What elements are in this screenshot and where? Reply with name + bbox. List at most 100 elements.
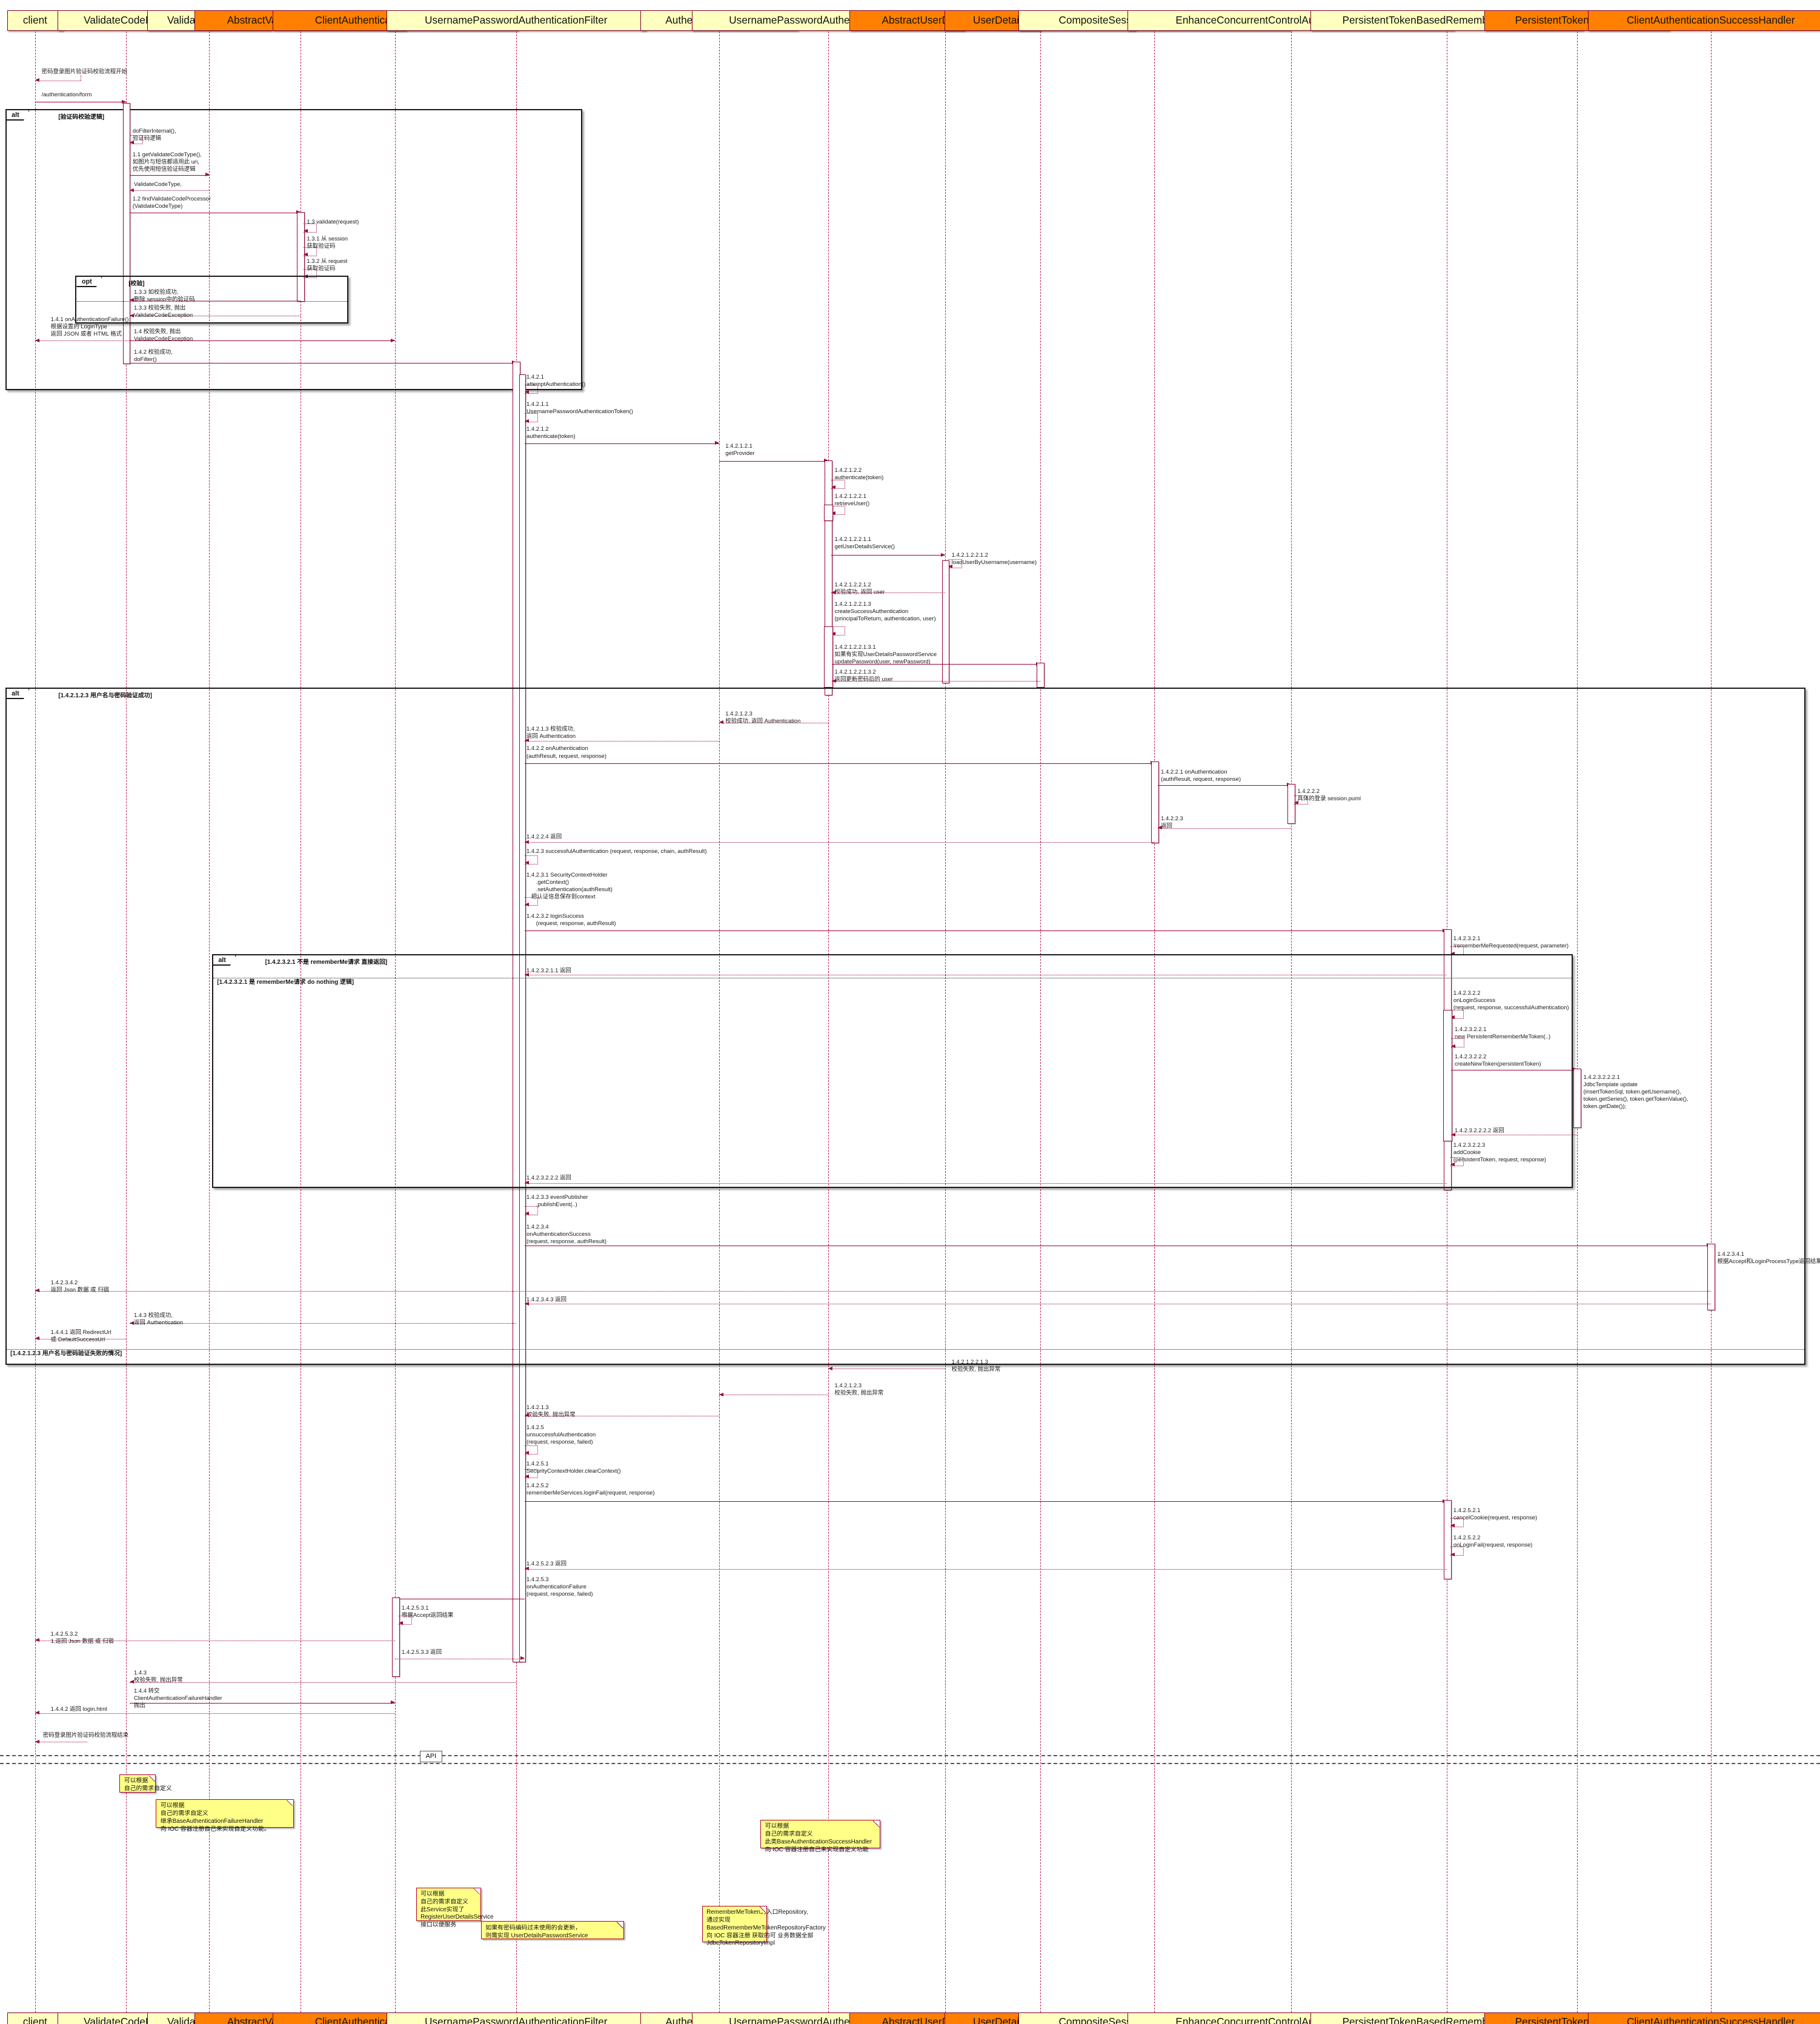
message-line xyxy=(129,1682,516,1683)
arrow-head-left xyxy=(35,1336,39,1341)
note-3: 如果有密码编码过未使用的会更新， 则需实现 UserDetailsPasswor… xyxy=(480,1921,624,1940)
activation-bar xyxy=(1443,1010,1452,1141)
arrow-head-left xyxy=(35,1638,39,1642)
activation-bar xyxy=(1443,1500,1452,1579)
activation-bar xyxy=(824,504,834,522)
message-label: 1.4.2.1.1 UsernamePasswordAuthentication… xyxy=(526,400,633,414)
combined-fragment-alt: alt [验证码校验逻辑] xyxy=(5,109,583,390)
arrow-head-left xyxy=(828,1366,832,1370)
message-line xyxy=(832,681,1040,682)
lifeline-foot-client: client xyxy=(7,2012,64,2024)
arrow-head-left xyxy=(129,1679,134,1684)
arrow-head-left xyxy=(129,188,134,192)
activation-bar xyxy=(391,1598,400,1677)
arrow-head-right xyxy=(520,1656,525,1661)
message-label: 1.4.2.3.3 eventPublisher .publishEvent(.… xyxy=(526,1193,588,1207)
arrow-head-right xyxy=(714,441,719,445)
arrow-head-left xyxy=(35,338,39,342)
fragment-guard: [校验] xyxy=(128,280,145,288)
message-label: 1.4.3 校验成功, 返回 Authentication xyxy=(134,1312,184,1326)
arrow-head-left xyxy=(1157,826,1162,830)
arrow-head-left xyxy=(831,485,836,489)
lifeline-head-upaf: UsernamePasswordAuthenticationFilter xyxy=(387,10,646,32)
message-label: ValidateCodeType, xyxy=(134,181,182,188)
message-line xyxy=(831,555,945,556)
message-label: 1.4.2.1.2.2.1.2 loadUserByUsername(usern… xyxy=(951,551,1037,565)
api-separator-line-top xyxy=(0,1754,1820,1756)
arrow-head-left xyxy=(1450,1044,1455,1048)
message-label: 1.1 getValidateCodeType(), 如图片与短信都适用此 ur… xyxy=(132,150,202,172)
activation-bar xyxy=(1573,1068,1582,1129)
message-label: 1.4.2.3.1 SecurityContextHolder .getCont… xyxy=(526,871,613,900)
arrow-head-left xyxy=(1294,801,1299,805)
lifeline-head-client: client xyxy=(7,10,64,32)
arrow-head-left xyxy=(524,1301,529,1306)
lifeline-foot-cash: ClientAuthenticationSuccessHandler xyxy=(1588,2012,1820,2024)
message-label: 1.4.2.1.3 校验失败, 抛出异常 xyxy=(526,1404,576,1418)
message-label: 1.4.2.3.4.3 返回 xyxy=(526,1296,566,1303)
message-line xyxy=(1157,785,1291,786)
message-line xyxy=(524,1501,1447,1502)
fragment-guard: [1.4.2.3.2.1 不是 rememberMe请求 直接返回] xyxy=(265,959,388,966)
arrow-head-left xyxy=(1450,1524,1455,1528)
note-fold-icon xyxy=(617,1922,623,1929)
fragment-guard: [1.4.2.1.2.3 用户名与密码验证成功] xyxy=(58,692,152,700)
message-label: 1.4.4 转交 ClientAuthenticationFailureHand… xyxy=(134,1687,222,1709)
message-label: 1.4.2.1.2.2.1.3 createSuccessAuthenticat… xyxy=(834,600,936,622)
arrow-head-left xyxy=(35,1739,39,1744)
arrow-head-left xyxy=(524,840,529,844)
arrow-head-right xyxy=(205,172,210,176)
arrow-head-left xyxy=(524,419,529,423)
arrow-head-right xyxy=(391,1700,396,1705)
message-label: 1.4.2.3.4 onAuthenticationSuccess (reque… xyxy=(526,1223,606,1245)
activation-bar xyxy=(1707,1244,1716,1310)
message-label: 1.3.3 校验失败, 抛出 ValidateCodeException xyxy=(134,304,193,319)
message-line xyxy=(35,340,396,342)
arrow-head-left xyxy=(304,229,308,233)
message-label: 1.4.3 校验失败, 抛出异常 xyxy=(134,1669,183,1684)
message-line xyxy=(831,592,945,594)
arrow-head-left xyxy=(832,679,837,683)
message-label: 密码登录图片验证码校验流程结束 xyxy=(42,1731,129,1739)
message-label: 1.4.2.3.2.2.1 new PersistentRememberMeTo… xyxy=(1455,1025,1551,1040)
message-label: /authentication/form xyxy=(41,91,92,98)
message-line xyxy=(524,443,719,444)
sequence-diagram-canvas: client client ValidateCodeFilter ValidateCo… xyxy=(0,0,1820,2024)
message-line xyxy=(129,1323,516,1324)
arrow-head-left xyxy=(719,1392,723,1396)
message-label: 1.4.2.5.3.3 返回 xyxy=(402,1648,442,1655)
message-label: 1.4.4.2 返回 login.html xyxy=(50,1705,107,1713)
arrow-head-left xyxy=(524,1474,529,1478)
message-line xyxy=(524,741,719,742)
arrow-head-left xyxy=(35,78,39,82)
arrow-head-left xyxy=(524,1567,529,1571)
arrow-head-left xyxy=(1450,1162,1455,1166)
note-fold-icon xyxy=(872,1820,880,1827)
message-label: 1.4.2.1.2.2.1 retrieveUser() xyxy=(834,493,870,507)
lifeline-foot-upaf: UsernamePasswordAuthenticationFilter xyxy=(387,2012,646,2024)
arrow-head-left xyxy=(304,252,308,256)
message-label: 1.4.2 校验成功, doFilter() xyxy=(134,348,173,363)
message-label: 1.4.2.3.2.2.2.1 JdbcTemplate update (ins… xyxy=(1583,1073,1689,1110)
message-label: 1.4.2.1.2.2.1.1 getUserDetailsService() xyxy=(834,536,895,550)
message-label: 1.4.2.3.2.2.2 createNewToken(persistentT… xyxy=(1455,1053,1541,1067)
note-fold-icon xyxy=(760,1906,766,1913)
message-label: 1.4.2.1.3 校验成功, 返回 Authentication xyxy=(526,725,576,740)
note-4: RememberMeToken的入口Repository, 通过实现 Based… xyxy=(702,1905,826,1946)
arrow-head-left xyxy=(524,902,529,906)
arrow-head-left xyxy=(524,1180,529,1184)
lifeline-head-cash: ClientAuthenticationSuccessHandler xyxy=(1588,10,1820,32)
arrow-head-left xyxy=(524,390,529,394)
arrow-head-left xyxy=(398,1621,403,1625)
arrow-head-left xyxy=(35,1289,39,1293)
message-label: 1.4.2.3.4.1 根据Accept和LoginProcessType返回结… xyxy=(1717,1250,1820,1265)
message-label: 1.4.2.1.2.3 校验失败, 抛出异常 xyxy=(834,1381,884,1396)
message-label: 1.4.2.2.1 onAuthentication (authResult, … xyxy=(1161,768,1241,783)
fragment-operator: alt xyxy=(213,955,236,966)
message-line xyxy=(129,174,210,176)
note-fold-icon xyxy=(287,1799,293,1807)
fragment-operator: opt xyxy=(76,277,102,287)
fragment-guard: [验证码校验逻辑] xyxy=(58,114,104,121)
message-label: 1.4.2.3.2.2 onLoginSuccess (request, res… xyxy=(1453,989,1569,1010)
note-fold-icon xyxy=(474,1888,480,1895)
